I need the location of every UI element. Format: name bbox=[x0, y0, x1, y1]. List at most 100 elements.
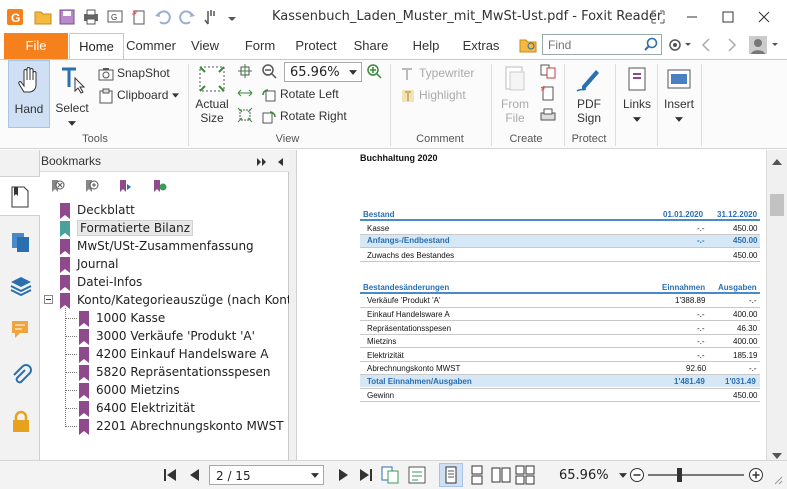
pdf-sign-button[interactable]: PDF Sign bbox=[569, 60, 609, 130]
collapse-panel-icon[interactable] bbox=[276, 156, 284, 170]
zoom-level-field[interactable]: 65.96% bbox=[545, 465, 629, 485]
next-page-icon[interactable] bbox=[336, 468, 350, 485]
print-icon[interactable] bbox=[82, 8, 100, 26]
bookmark-child-item[interactable]: 6000 Mietzins bbox=[79, 381, 180, 399]
tab-help[interactable]: Help bbox=[404, 33, 448, 59]
screen-icon[interactable]: G bbox=[106, 8, 124, 26]
tab-comment[interactable]: Commer bbox=[124, 33, 178, 59]
actual-size-button[interactable]: Actual Size bbox=[192, 60, 232, 130]
minimize-icon[interactable] bbox=[680, 6, 704, 28]
expand-panel-icon[interactable] bbox=[256, 156, 268, 170]
bookmark-item[interactable]: MwSt/USt-Zusammenfassung bbox=[60, 237, 254, 255]
tab-form[interactable]: Form bbox=[236, 33, 284, 59]
typewriter-button[interactable]: Typewriter bbox=[400, 63, 474, 83]
nav-forward-icon[interactable] bbox=[726, 37, 738, 53]
fit-page-icon[interactable] bbox=[237, 63, 253, 79]
settings-gear-icon[interactable] bbox=[667, 37, 693, 53]
add-bookmark-icon[interactable] bbox=[82, 178, 100, 196]
user-account-icon[interactable] bbox=[748, 35, 780, 55]
hand-tool-button[interactable]: Hand bbox=[8, 60, 50, 128]
layers-icon[interactable] bbox=[9, 274, 33, 298]
foxit-logo-icon[interactable]: G bbox=[6, 8, 24, 26]
reading-mode-icon[interactable] bbox=[407, 465, 427, 488]
open-folder-icon[interactable] bbox=[34, 8, 52, 26]
zoom-out-icon[interactable] bbox=[629, 467, 645, 486]
security-lock-icon[interactable] bbox=[9, 410, 33, 434]
page-number-field[interactable]: 2 / 15 bbox=[209, 465, 324, 485]
bookmarks-tab[interactable] bbox=[0, 176, 40, 216]
find-folder-icon[interactable] bbox=[519, 37, 537, 53]
bookmark-child-item[interactable]: 6400 Elektrizität bbox=[79, 399, 195, 417]
rotate-right-button[interactable]: Rotate Right bbox=[261, 106, 347, 126]
bookmark-child-item[interactable]: 2201 Abrechnungskonto MWST bbox=[79, 417, 284, 435]
fullscreen-icon[interactable] bbox=[646, 6, 670, 28]
redo-icon[interactable] bbox=[178, 8, 196, 26]
bookmark-child-item[interactable]: 3000 Verkäufe 'Produkt 'A' bbox=[79, 327, 255, 345]
search-icon[interactable] bbox=[643, 36, 659, 55]
zoom-select[interactable]: 65.96% bbox=[284, 62, 362, 82]
attachments-icon[interactable] bbox=[9, 364, 33, 388]
links-button[interactable]: Links bbox=[619, 60, 655, 130]
fit-width-icon[interactable] bbox=[237, 85, 253, 101]
continuous-view-icon[interactable] bbox=[467, 465, 487, 488]
panel-splitter[interactable] bbox=[289, 150, 297, 460]
close-icon[interactable] bbox=[752, 6, 776, 28]
zoom-in-icon[interactable] bbox=[366, 63, 382, 79]
scroll-thumb[interactable] bbox=[770, 194, 784, 216]
first-page-icon[interactable] bbox=[163, 468, 177, 485]
tab-home[interactable]: Home bbox=[69, 33, 124, 59]
vertical-scrollbar[interactable] bbox=[766, 150, 787, 460]
from-file-button[interactable]: From File bbox=[495, 60, 535, 130]
bookmark-item[interactable]: Journal bbox=[60, 255, 119, 273]
rotate-left-button[interactable]: Rotate Left bbox=[261, 84, 339, 104]
tab-view[interactable]: View bbox=[180, 33, 230, 59]
collapse-toggle[interactable] bbox=[44, 295, 53, 304]
expand-bookmark-icon[interactable] bbox=[116, 178, 134, 196]
file-tab[interactable]: File bbox=[4, 33, 68, 59]
combine-files-icon[interactable] bbox=[540, 63, 556, 79]
save-icon[interactable] bbox=[58, 8, 76, 26]
delete-bookmark-icon[interactable] bbox=[48, 178, 66, 196]
select-tool-button[interactable]: Select bbox=[52, 60, 92, 128]
nav-back-icon[interactable] bbox=[700, 37, 712, 53]
bookmark-child-item[interactable]: 4200 Einkauf Handelsware A bbox=[79, 345, 268, 363]
bookmark-item-parent[interactable]: Konto/Kategorieauszüge (nach Konto bbox=[60, 291, 299, 309]
facing-view-icon[interactable] bbox=[491, 465, 511, 488]
bookmark-child-item[interactable]: 1000 Kasse bbox=[79, 309, 165, 327]
blank-page-icon[interactable] bbox=[540, 85, 556, 101]
tab-protect[interactable]: Protect bbox=[290, 33, 342, 59]
clipboard-button[interactable]: Clipboard bbox=[98, 85, 182, 105]
hand-dropdown-icon[interactable] bbox=[202, 8, 238, 26]
bookmark-child-item[interactable]: 5820 Repräsentationsspesen bbox=[79, 363, 270, 381]
continuous-facing-view-icon[interactable] bbox=[515, 465, 535, 488]
document-view[interactable]: Buchhaltung 2020 Bestand 01.01.2020 31.1… bbox=[297, 150, 766, 460]
tab-share[interactable]: Share bbox=[348, 33, 394, 59]
snapshot-button[interactable]: SnapShot bbox=[98, 63, 170, 83]
zoom-in-icon[interactable] bbox=[748, 467, 764, 486]
find-input[interactable] bbox=[543, 35, 639, 54]
fit-visible-icon[interactable] bbox=[237, 107, 253, 123]
maximize-icon[interactable] bbox=[716, 6, 740, 28]
resize-grip-icon[interactable] bbox=[771, 473, 783, 488]
undo-icon[interactable] bbox=[154, 8, 172, 26]
highlight-button[interactable]: Highlight bbox=[400, 85, 466, 105]
page-layout-icon[interactable] bbox=[380, 465, 400, 488]
scanner-icon[interactable] bbox=[540, 107, 556, 123]
last-page-icon[interactable] bbox=[359, 468, 373, 485]
new-icon[interactable] bbox=[130, 8, 148, 26]
zoom-slider-track[interactable] bbox=[648, 474, 744, 476]
table-cell: 1'388.89 bbox=[675, 296, 706, 305]
bookmark-properties-icon[interactable] bbox=[150, 178, 168, 196]
zoom-slider-thumb[interactable] bbox=[677, 468, 682, 482]
bookmark-item-selected[interactable]: Formatierte Bilanz bbox=[60, 219, 193, 237]
comments-icon[interactable] bbox=[9, 318, 33, 342]
pages-thumbnails-icon[interactable] bbox=[9, 230, 33, 254]
single-page-view-icon[interactable] bbox=[439, 463, 463, 487]
bookmark-item[interactable]: Deckblatt bbox=[60, 201, 135, 219]
bookmark-item[interactable]: Datei-Infos bbox=[60, 273, 142, 291]
insert-button[interactable]: Insert bbox=[660, 60, 698, 130]
previous-page-icon[interactable] bbox=[188, 468, 202, 485]
tab-extras[interactable]: Extras bbox=[456, 33, 506, 59]
scroll-up-icon[interactable] bbox=[772, 154, 782, 168]
zoom-out-icon[interactable] bbox=[261, 63, 277, 79]
